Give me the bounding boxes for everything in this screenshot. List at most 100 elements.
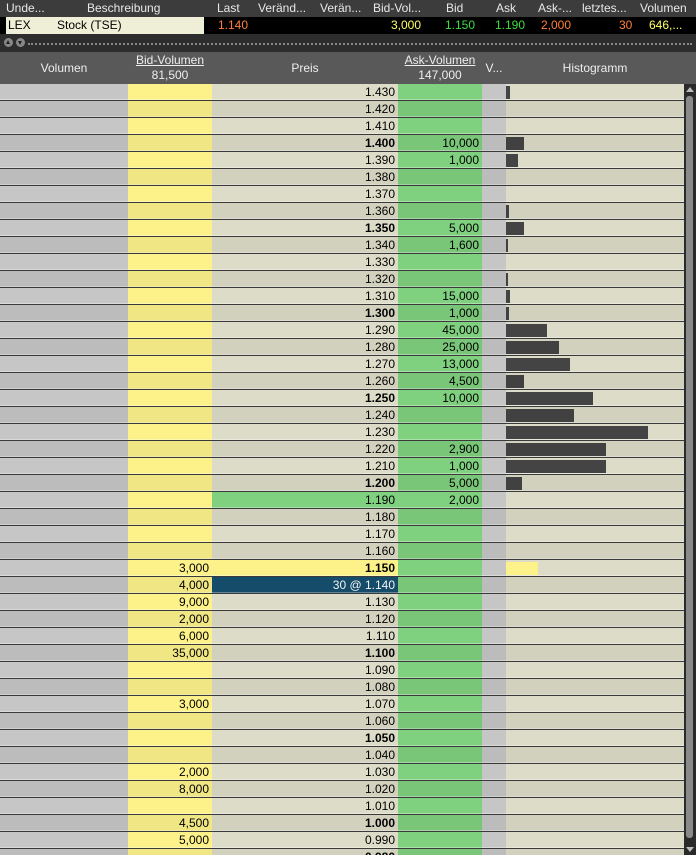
price-cell[interactable]: 1.320 xyxy=(212,271,398,287)
volume-cell[interactable] xyxy=(0,645,128,661)
v-cell[interactable] xyxy=(482,373,506,389)
col-preis[interactable]: Preis xyxy=(212,61,398,75)
price-cell[interactable]: 1.170 xyxy=(212,526,398,542)
volume-cell[interactable] xyxy=(0,764,128,780)
price-cell[interactable]: 1.160 xyxy=(212,543,398,559)
bid-volume-cell[interactable] xyxy=(128,492,212,508)
quote-row[interactable]: LEX Stock (TSE) 1.140 3,000 1.150 1.190 … xyxy=(0,17,696,34)
ask-volume-cell[interactable]: 15,000 xyxy=(398,288,482,304)
header-ask[interactable]: Ask xyxy=(496,1,516,15)
volume-cell[interactable] xyxy=(0,628,128,644)
volume-cell[interactable] xyxy=(0,458,128,474)
v-cell[interactable] xyxy=(482,798,506,814)
ladder-row[interactable]: 1.250 10,000 xyxy=(0,390,684,407)
ask-volume-cell[interactable] xyxy=(398,628,482,644)
bid-volume-cell[interactable] xyxy=(128,441,212,457)
ask-volume-cell[interactable] xyxy=(398,203,482,219)
ladder-row[interactable]: 1.280 25,000 xyxy=(0,339,684,356)
ask-volume-cell[interactable]: 1,600 xyxy=(398,237,482,253)
bid-volume-cell[interactable] xyxy=(128,509,212,525)
price-cell[interactable]: 1.100 xyxy=(212,645,398,661)
v-cell[interactable] xyxy=(482,492,506,508)
volume-cell[interactable] xyxy=(0,271,128,287)
price-cell[interactable]: 1.230 xyxy=(212,424,398,440)
header-underlying[interactable]: Unde... xyxy=(6,1,45,15)
price-cell[interactable]: 1.280 xyxy=(212,339,398,355)
bid-volume-cell[interactable]: 3,000 xyxy=(128,696,212,712)
bid-volume-cell[interactable] xyxy=(128,186,212,202)
ladder-row[interactable]: 1.200 5,000 xyxy=(0,475,684,492)
ladder-row[interactable]: 1.330 xyxy=(0,254,684,271)
ladder-row[interactable]: 1.430 xyxy=(0,84,684,101)
ladder-row[interactable]: 1.040 xyxy=(0,747,684,764)
v-cell[interactable] xyxy=(482,577,506,593)
volume-cell[interactable] xyxy=(0,203,128,219)
v-cell[interactable] xyxy=(482,441,506,457)
bid-volume-cell[interactable] xyxy=(128,254,212,270)
expand-down-icon[interactable] xyxy=(16,38,25,47)
v-cell[interactable] xyxy=(482,526,506,542)
col-histogramm[interactable]: Histogramm xyxy=(506,61,684,75)
header-bid-vol[interactable]: Bid-Vol... xyxy=(373,1,421,15)
ladder-row[interactable]: 4,000 30 @ 1.140 xyxy=(0,577,684,594)
ladder-row[interactable]: 1.180 xyxy=(0,509,684,526)
ladder-row[interactable]: 1.390 1,000 xyxy=(0,152,684,169)
ask-volume-cell[interactable] xyxy=(398,526,482,542)
ask-volume-cell[interactable] xyxy=(398,781,482,797)
bid-volume-cell[interactable] xyxy=(128,407,212,423)
ask-volume-cell[interactable] xyxy=(398,169,482,185)
volume-cell[interactable] xyxy=(0,169,128,185)
ask-volume-cell[interactable]: 2,900 xyxy=(398,441,482,457)
v-cell[interactable] xyxy=(482,458,506,474)
ask-volume-cell[interactable]: 10,000 xyxy=(398,135,482,151)
header-volume[interactable]: Volumen xyxy=(640,1,687,15)
ask-volume-cell[interactable] xyxy=(398,543,482,559)
ask-volume-cell[interactable] xyxy=(398,594,482,610)
v-cell[interactable] xyxy=(482,696,506,712)
ask-volume-cell[interactable]: 1,000 xyxy=(398,305,482,321)
col-volumen[interactable]: Volumen xyxy=(0,61,128,75)
ask-volume-cell[interactable] xyxy=(398,696,482,712)
col-v[interactable]: V... xyxy=(482,61,506,75)
ask-volume-cell[interactable] xyxy=(398,645,482,661)
v-cell[interactable] xyxy=(482,169,506,185)
v-cell[interactable] xyxy=(482,713,506,729)
volume-cell[interactable] xyxy=(0,84,128,100)
v-cell[interactable] xyxy=(482,237,506,253)
bid-volume-cell[interactable] xyxy=(128,237,212,253)
price-cell[interactable]: 1.210 xyxy=(212,458,398,474)
v-cell[interactable] xyxy=(482,356,506,372)
v-cell[interactable] xyxy=(482,628,506,644)
v-cell[interactable] xyxy=(482,594,506,610)
ask-volume-cell[interactable] xyxy=(398,747,482,763)
ladder-row[interactable]: 3,000 1.070 xyxy=(0,696,684,713)
v-cell[interactable] xyxy=(482,475,506,491)
ladder-row[interactable]: 1.170 xyxy=(0,526,684,543)
price-cell[interactable]: 1.370 xyxy=(212,186,398,202)
v-cell[interactable] xyxy=(482,543,506,559)
ask-volume-cell[interactable] xyxy=(398,815,482,831)
volume-cell[interactable] xyxy=(0,118,128,134)
ladder-row[interactable]: 1.230 xyxy=(0,424,684,441)
v-cell[interactable] xyxy=(482,390,506,406)
bid-volume-cell[interactable] xyxy=(128,339,212,355)
price-cell[interactable]: 1.000 xyxy=(212,815,398,831)
ladder-row[interactable]: 1.420 xyxy=(0,101,684,118)
ask-volume-cell[interactable]: 4,500 xyxy=(398,373,482,389)
price-cell[interactable]: 1.380 xyxy=(212,169,398,185)
price-cell[interactable]: 0.980 xyxy=(212,849,398,855)
volume-cell[interactable] xyxy=(0,798,128,814)
ladder-row[interactable]: 1.080 xyxy=(0,679,684,696)
ladder-row[interactable]: 1.270 13,000 xyxy=(0,356,684,373)
bid-volume-cell[interactable] xyxy=(128,730,212,746)
volume-cell[interactable] xyxy=(0,781,128,797)
price-cell[interactable]: 1.090 xyxy=(212,662,398,678)
bid-volume-cell[interactable] xyxy=(128,475,212,491)
bid-volume-cell[interactable] xyxy=(128,118,212,134)
ladder-row[interactable]: 6,000 1.110 xyxy=(0,628,684,645)
ladder-row[interactable]: 1.060 xyxy=(0,713,684,730)
ask-volume-cell[interactable] xyxy=(398,84,482,100)
bid-volume-cell[interactable]: 4,500 xyxy=(128,815,212,831)
scroll-up-icon[interactable] xyxy=(686,87,694,92)
v-cell[interactable] xyxy=(482,645,506,661)
